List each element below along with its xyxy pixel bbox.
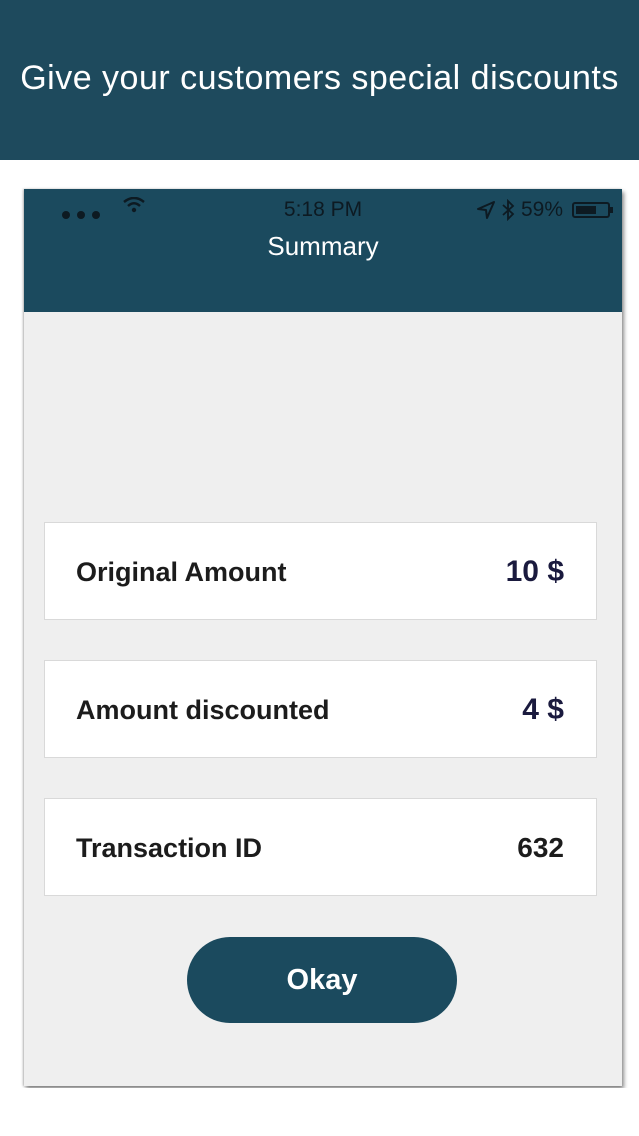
- promo-banner: Give your customers special discounts: [0, 0, 639, 160]
- battery-percent: 59%: [520, 198, 563, 221]
- status-indicators: 59%: [476, 198, 613, 222]
- bottom-margin: [0, 1088, 639, 1136]
- summary-row-amount-discounted: Amount discounted 4 $: [44, 660, 597, 758]
- nav-bar: 5:18 PM 59% Summary: [24, 189, 622, 312]
- page-title: Summary: [267, 231, 379, 261]
- summary-value: 4 $: [522, 693, 564, 726]
- summary-label: Transaction ID: [76, 833, 263, 863]
- location-arrow-icon: [476, 201, 495, 219]
- bluetooth-icon: [502, 199, 515, 221]
- okay-button[interactable]: Okay: [187, 937, 457, 1023]
- phone-screen: 5:18 PM 59% Summary Original Amount 10 $…: [24, 189, 622, 1086]
- summary-row-original-amount: Original Amount 10 $: [44, 522, 597, 620]
- summary-label: Amount discounted: [76, 695, 330, 725]
- summary-value: 632: [517, 832, 564, 863]
- summary-value: 10 $: [505, 555, 564, 588]
- summary-row-transaction-id: Transaction ID 632: [44, 798, 597, 896]
- status-bar: 5:18 PM 59%: [24, 189, 622, 229]
- battery-icon: [572, 202, 613, 218]
- summary-label: Original Amount: [76, 557, 287, 587]
- promo-banner-text: Give your customers special discounts: [20, 58, 619, 97]
